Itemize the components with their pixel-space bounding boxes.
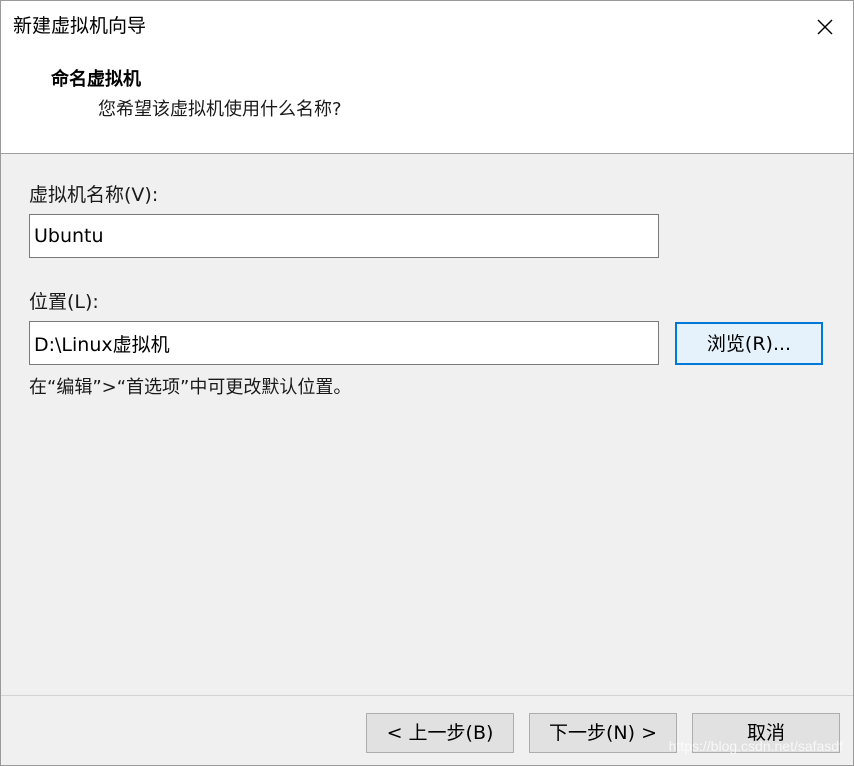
title-bar: 新建虚拟机向导 <box>1 1 853 53</box>
back-button[interactable]: < 上一步(B) <box>366 713 514 753</box>
page-subtitle: 您希望该虚拟机使用什么名称? <box>98 99 342 120</box>
vm-name-label: 虚拟机名称(V): <box>29 184 159 206</box>
default-location-hint: 在“编辑”>“首选项”中可更改默认位置。 <box>29 377 352 398</box>
location-input[interactable] <box>29 321 659 365</box>
wizard-header: 命名虚拟机 您希望该虚拟机使用什么名称? <box>1 53 853 154</box>
location-label: 位置(L): <box>29 291 99 313</box>
close-button[interactable] <box>797 1 853 53</box>
new-vm-wizard-dialog: 新建虚拟机向导 命名虚拟机 您希望该虚拟机使用什么名称? 虚拟机名称(V): 位… <box>0 0 854 766</box>
watermark-text: https://blog.csdn.net/safasdf <box>668 738 843 754</box>
window-title: 新建虚拟机向导 <box>13 15 147 37</box>
browse-button[interactable]: 浏览(R)... <box>675 322 823 365</box>
vm-name-input[interactable] <box>29 214 659 258</box>
page-title: 命名虚拟机 <box>51 69 141 90</box>
footer-divider <box>1 695 853 696</box>
close-icon <box>817 19 833 35</box>
next-button[interactable]: 下一步(N) > <box>529 713 677 753</box>
